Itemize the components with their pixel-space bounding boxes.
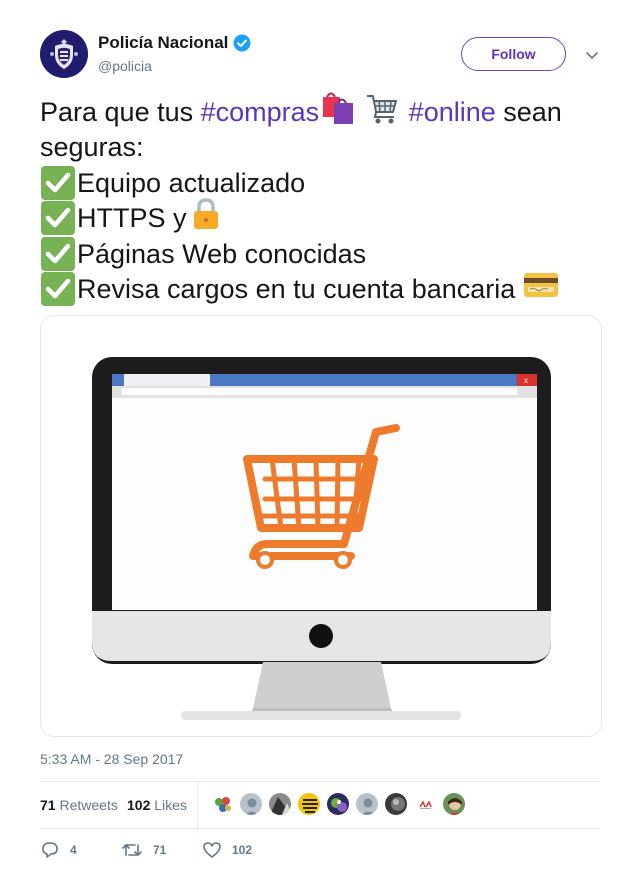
lock-emoji [191,197,221,239]
tweet-stats: 71 Retweets 102 Likes [40,781,600,829]
retweet-icon [121,840,143,860]
reply-button[interactable]: 4 [40,838,77,862]
tweet-actions: 4 71 102 [40,838,600,862]
reply-count: 4 [70,843,77,857]
reply-icon [40,840,60,860]
likes-label: Likes [154,797,187,813]
avatar[interactable] [413,792,437,816]
tweet-text: Para que tus #compras #online sean segur… [40,91,610,308]
author-names: Policía Nacional @policia [98,33,251,74]
check-mark-emoji [40,201,76,236]
list-item-text: HTTPS y [77,203,187,234]
chevron-down-icon[interactable] [585,48,599,62]
list-item: Equipo actualizado [40,165,610,201]
list-item-text: Equipo actualizado [77,167,306,198]
hashtag-online[interactable]: #online [409,95,496,129]
credit-card-emoji [523,271,559,307]
follow-button[interactable]: Follow [461,37,566,71]
shopping-cart-emoji [365,91,399,133]
like-button[interactable]: 102 [202,838,252,862]
tweet-text-seguras: seguras: [40,132,144,163]
avatar[interactable] [239,792,263,816]
retweets-label: Retweets [59,797,118,813]
list-item: Revisa cargos en tu cuenta bancaria [40,272,610,308]
avatar[interactable] [442,792,466,816]
tweet-line-2: seguras: [40,130,610,166]
stats-divider [197,782,198,829]
hashtag-compras[interactable]: #compras [201,95,320,129]
likes-stat[interactable]: 102 Likes [127,797,187,813]
retweet-button[interactable]: 71 [121,838,166,862]
tweet-line-1: Para que tus #compras #online sean [40,91,610,133]
tweet-text-suffix: sean [495,96,562,127]
avatar[interactable] [268,792,292,816]
retweet-count: 71 [153,843,167,857]
tweet-text-prefix: Para que tus [40,96,201,127]
heart-icon [202,840,222,860]
avatar[interactable] [355,792,379,816]
author-name-row[interactable]: Policía Nacional [98,33,251,53]
list-item-text: Revisa cargos en tu cuenta bancaria [77,274,516,305]
retweets-count: 71 [40,797,56,813]
retweets-stat[interactable]: 71 Retweets [40,797,118,813]
verified-badge-icon [233,34,251,52]
shopping-bags-emoji [321,91,357,133]
tweet-header: Policía Nacional @policia Follow [40,30,600,80]
display-name[interactable]: Policía Nacional [98,33,228,53]
check-mark-emoji [40,272,76,307]
list-item: Páginas Web conocidas [40,236,610,272]
avatar[interactable] [297,792,321,816]
like-count: 102 [232,843,253,857]
list-item-text: Páginas Web conocidas [77,238,367,269]
avatar[interactable] [326,792,350,816]
avatar[interactable] [210,792,234,816]
author-handle[interactable]: @policia [98,58,251,74]
list-item: HTTPS y [40,198,610,237]
check-mark-emoji [40,236,76,271]
likes-count: 102 [127,797,151,813]
tweet-media-image[interactable]: x [40,315,602,737]
tweet-timestamp[interactable]: 5:33 AM - 28 Sep 2017 [40,751,183,767]
avatar[interactable] [40,30,88,78]
avatar[interactable] [384,792,408,816]
browser-close-glyph: x [524,376,528,385]
check-mark-emoji [40,165,76,200]
